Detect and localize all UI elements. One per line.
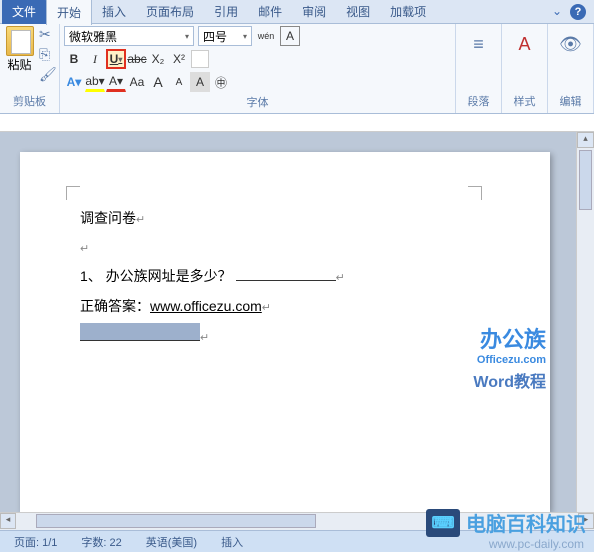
styles-group: A 样式 bbox=[502, 24, 548, 113]
text-effects-button[interactable]: A▾ bbox=[64, 72, 84, 92]
tab-references[interactable]: 引用 bbox=[204, 0, 248, 24]
find-icon[interactable]: 👁 bbox=[557, 30, 585, 58]
watermark-brand-url: Officezu.com bbox=[473, 354, 546, 366]
font-name-value: 微软雅黑 bbox=[69, 28, 117, 45]
site-logo-icon: ⌨ bbox=[426, 509, 460, 537]
margin-corner-tr bbox=[468, 186, 482, 200]
strikethrough-button[interactable]: abc bbox=[127, 49, 147, 69]
tab-view[interactable]: 视图 bbox=[336, 0, 380, 24]
minimize-ribbon-icon[interactable]: ⌄ bbox=[552, 4, 562, 20]
editing-group: 👁 编辑 bbox=[548, 24, 594, 113]
character-border-button[interactable]: A bbox=[280, 26, 300, 46]
watermark-tutorial: Word教程 bbox=[473, 368, 546, 392]
phonetic-guide-button[interactable]: wén bbox=[256, 26, 276, 46]
document-page[interactable]: 调查问卷↵ ↵ 1、 办公族网址是多少？ ↵ 正确答案：www.officezu… bbox=[20, 152, 550, 512]
chevron-down-icon: ▾ bbox=[185, 32, 189, 41]
document-area: 调查问卷↵ ↵ 1、 办公族网址是多少？ ↵ 正确答案：www.officezu… bbox=[0, 132, 594, 512]
ribbon-tabs: 文件 开始 插入 页面布局 引用 邮件 审阅 视图 加载项 ⌄ ? bbox=[0, 0, 594, 24]
doc-empty-line: ↵ bbox=[80, 235, 490, 260]
margin-corner-tl bbox=[66, 186, 80, 200]
status-page[interactable]: 页面: 1/1 bbox=[8, 532, 63, 552]
underline-button[interactable]: U▾ bbox=[106, 49, 126, 69]
scroll-left-button[interactable]: ◂ bbox=[0, 513, 16, 529]
font-size-dropdown[interactable]: 四号 ▾ bbox=[198, 26, 252, 46]
change-case-button[interactable]: Aa bbox=[127, 72, 147, 92]
tab-home[interactable]: 开始 bbox=[46, 0, 92, 25]
bold-button[interactable]: B bbox=[64, 49, 84, 69]
shrink-font-button[interactable]: A bbox=[169, 72, 189, 92]
help-icon[interactable]: ? bbox=[570, 4, 586, 20]
doc-title: 调查问卷↵ bbox=[80, 206, 490, 231]
cut-icon[interactable]: ✂ bbox=[39, 26, 55, 42]
italic-button[interactable]: I bbox=[85, 49, 105, 69]
editing-group-label: 编辑 bbox=[552, 91, 589, 111]
watermark-brand: 办公族 Officezu.com Word教程 bbox=[473, 322, 546, 392]
hscroll-thumb[interactable] bbox=[36, 514, 316, 528]
ribbon: 粘贴 ✂ ⎘ 🖌 剪贴板 微软雅黑 ▾ 四号 ▾ wén A bbox=[0, 24, 594, 114]
horizontal-ruler[interactable] bbox=[0, 114, 594, 132]
subscript-button[interactable]: X₂ bbox=[148, 49, 168, 69]
window-controls: ⌄ ? bbox=[552, 4, 594, 20]
font-name-dropdown[interactable]: 微软雅黑 ▾ bbox=[64, 26, 194, 46]
document-scroll[interactable]: 调查问卷↵ ↵ 1、 办公族网址是多少？ ↵ 正确答案：www.officezu… bbox=[0, 132, 576, 512]
vertical-scrollbar[interactable]: ▴ bbox=[576, 132, 594, 512]
superscript-button[interactable]: X² bbox=[169, 49, 189, 69]
doc-question-1: 1、 办公族网址是多少？ ↵ bbox=[80, 264, 490, 289]
status-language[interactable]: 英语(美国) bbox=[140, 532, 203, 552]
scroll-thumb[interactable] bbox=[579, 150, 592, 210]
styles-group-label: 样式 bbox=[506, 91, 543, 111]
enclose-characters-button[interactable]: ㊥ bbox=[211, 72, 231, 92]
watermark-brand-text: 办公族 bbox=[473, 322, 546, 354]
font-group: 微软雅黑 ▾ 四号 ▾ wén A B I U▾ abc X₂ X² bbox=[60, 24, 456, 113]
styles-icon[interactable]: A bbox=[511, 30, 539, 58]
doc-answer: 正确答案：www.officezu.com↵ bbox=[80, 294, 490, 319]
paragraph-group-label: 段落 bbox=[460, 91, 497, 111]
tab-review[interactable]: 审阅 bbox=[292, 0, 336, 24]
grow-font-button[interactable]: A bbox=[148, 72, 168, 92]
doc-selection: ↵ bbox=[80, 323, 490, 349]
paragraph-icon[interactable]: ≡ bbox=[465, 30, 493, 58]
font-size-value: 四号 bbox=[203, 28, 227, 45]
paste-label: 粘贴 bbox=[7, 56, 31, 73]
status-insert-mode[interactable]: 插入 bbox=[215, 532, 249, 552]
tab-insert[interactable]: 插入 bbox=[92, 0, 136, 24]
font-group-label: 字体 bbox=[64, 92, 451, 112]
watermark-site-name: 电脑百科知识 bbox=[466, 508, 586, 537]
highlight-button[interactable]: ab▾ bbox=[85, 72, 105, 92]
status-words[interactable]: 字数: 22 bbox=[75, 532, 127, 552]
copy-icon[interactable]: ⎘ bbox=[39, 46, 55, 62]
clipboard-group: 粘贴 ✂ ⎘ 🖌 剪贴板 bbox=[0, 24, 60, 113]
tab-addins[interactable]: 加载项 bbox=[380, 0, 436, 24]
format-painter-icon[interactable]: 🖌 bbox=[39, 66, 55, 82]
clipboard-group-label: 剪贴板 bbox=[4, 91, 55, 111]
chevron-down-icon: ▾ bbox=[243, 32, 247, 41]
watermark-site-url: www.pc-daily.com bbox=[489, 537, 584, 551]
watermark-site: ⌨ 电脑百科知识 bbox=[426, 508, 586, 537]
tab-file[interactable]: 文件 bbox=[2, 0, 46, 24]
character-shading-button[interactable]: A bbox=[190, 72, 210, 92]
tab-layout[interactable]: 页面布局 bbox=[136, 0, 204, 24]
tab-mail[interactable]: 邮件 bbox=[248, 0, 292, 24]
paragraph-group: ≡ 段落 bbox=[456, 24, 502, 113]
clear-formatting-button[interactable] bbox=[190, 49, 210, 69]
font-color-button[interactable]: A▾ bbox=[106, 72, 126, 92]
paste-button[interactable]: 粘贴 bbox=[4, 26, 35, 73]
paste-icon bbox=[6, 26, 34, 56]
scroll-up-button[interactable]: ▴ bbox=[577, 132, 594, 148]
